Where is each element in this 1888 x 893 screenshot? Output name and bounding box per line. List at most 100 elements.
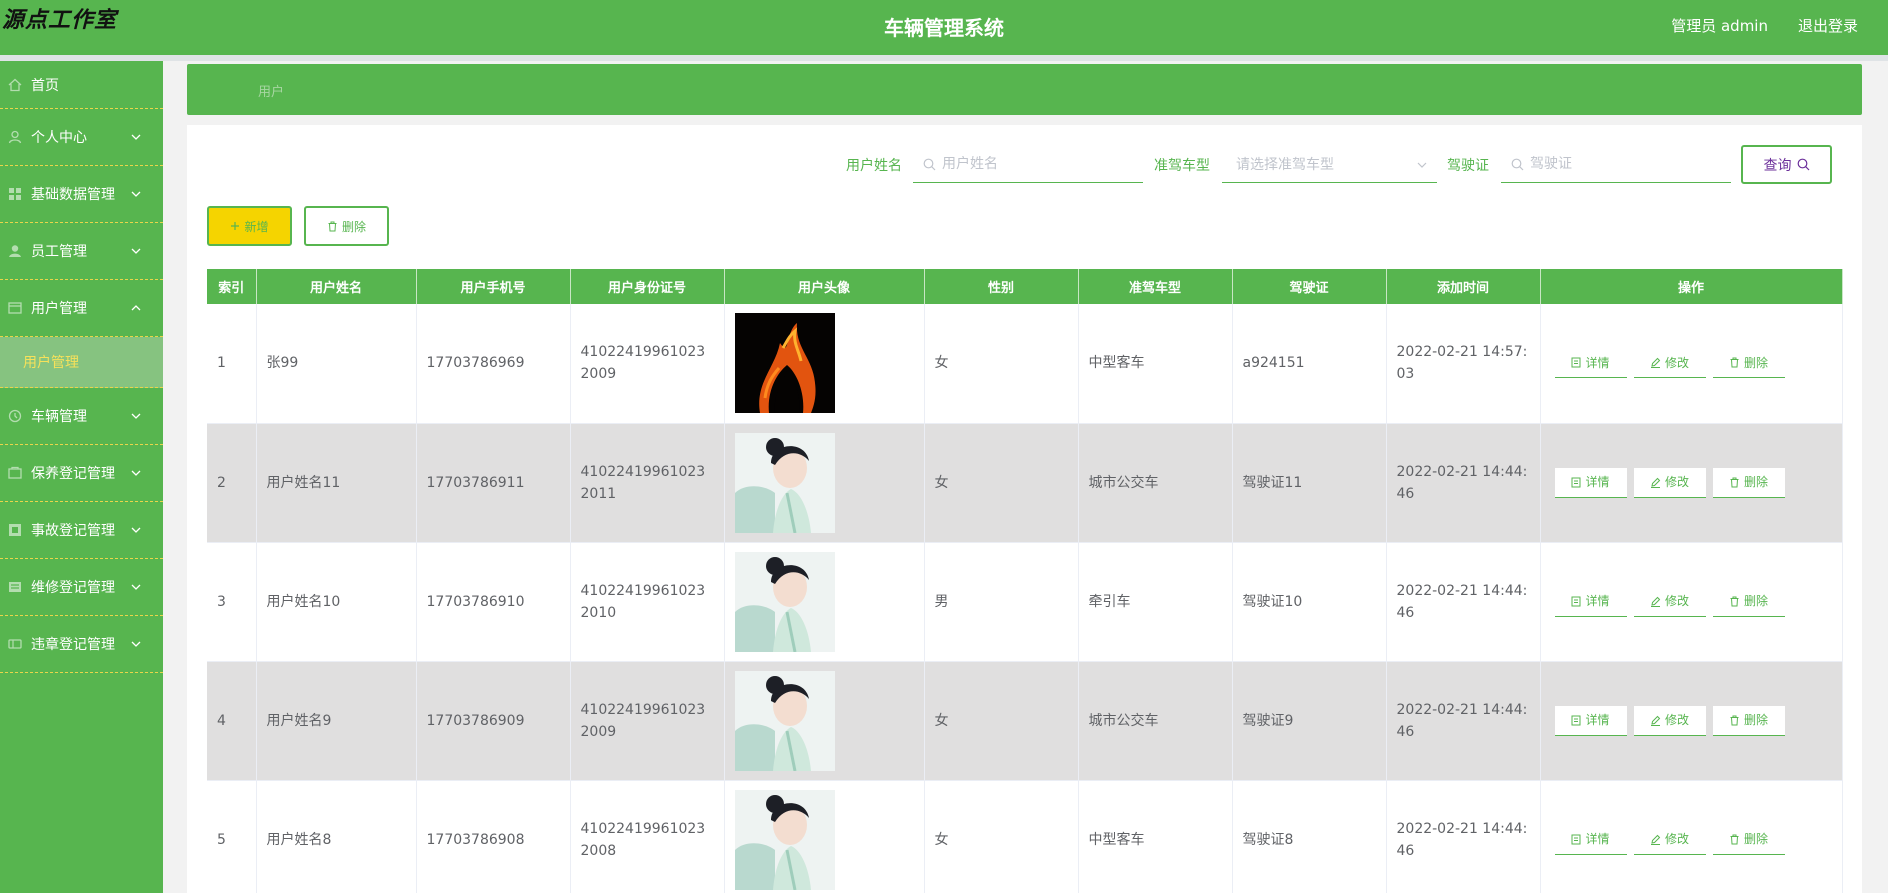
sidebar-item-staff[interactable]: 员工管理 [0, 223, 163, 280]
cell-added-time: 2022-02-21 14:57:03 [1386, 304, 1541, 424]
license-search-input[interactable] [1530, 156, 1710, 172]
sidebar-item-label: 首页 [31, 77, 59, 94]
delete-label: 删除 [1743, 355, 1768, 370]
sidebar-item-label: 车辆管理 [31, 409, 87, 425]
logout-link[interactable]: 退出登录 [1798, 15, 1858, 36]
sidebar-item-home[interactable]: 首页 [0, 61, 163, 109]
query-button[interactable]: 查询 [1741, 145, 1832, 184]
user-table: 索引 用户姓名 用户手机号 用户身份证号 用户头像 性别 准驾车型 驾驶证 添加… [207, 269, 1843, 893]
add-button[interactable]: 新增 [207, 206, 292, 246]
sidebar-item-violation[interactable]: 违章登记管理 [0, 616, 163, 673]
avatar-portrait-image[interactable] [734, 789, 835, 890]
sidebar-item-label: 用户管理 [31, 301, 87, 317]
sidebar-item-basic-data[interactable]: 基础数据管理 [0, 166, 163, 223]
chevron-down-icon [1417, 162, 1427, 168]
document-icon [1571, 715, 1581, 726]
name-search-input[interactable] [942, 156, 1122, 172]
person-icon [8, 244, 22, 258]
chevron-down-icon [131, 413, 141, 419]
cell-phone: 17703786908 [416, 780, 571, 893]
delete-button[interactable]: 删除 [1712, 587, 1785, 617]
detail-button[interactable]: 详情 [1554, 467, 1627, 498]
sidebar-item-label: 保养登记管理 [31, 466, 115, 482]
sidebar-subitem-user-management[interactable]: 用户管理 [0, 337, 163, 388]
cell-phone: 17703786910 [416, 542, 571, 662]
edit-label: 修改 [1664, 594, 1689, 608]
avatar-fire-image[interactable] [734, 313, 835, 414]
search-icon [923, 158, 936, 170]
document-icon [1571, 834, 1581, 845]
avatar-portrait-image[interactable] [734, 551, 835, 652]
detail-label: 详情 [1585, 594, 1610, 608]
edit-button[interactable]: 修改 [1633, 587, 1706, 617]
cell-added-time: 2022-02-21 14:44:46 [1386, 542, 1541, 662]
cell-operations: 详情 修改 删除 [1540, 542, 1843, 662]
delete-button[interactable]: 删除 [1712, 705, 1785, 736]
sidebar-item-vehicle[interactable]: 车辆管理 [0, 388, 163, 445]
edit-button[interactable]: 修改 [1633, 467, 1706, 498]
table-row: 5 用户姓名8 17703786908 410224199610232008 女… [207, 780, 1843, 893]
header-divider [0, 55, 1888, 61]
cell-index: 2 [207, 423, 257, 543]
search-icon [1511, 158, 1524, 170]
cell-name: 用户姓名11 [256, 423, 417, 543]
sidebar-item-label: 员工管理 [31, 244, 87, 260]
cell-gender: 男 [924, 542, 1079, 662]
system-title: 车辆管理系统 [884, 16, 1004, 40]
avatar-portrait-image[interactable] [734, 670, 835, 771]
sidebar-item-maintenance[interactable]: 保养登记管理 [0, 445, 163, 502]
col-header-operations: 操作 [1540, 269, 1843, 304]
license-search-field[interactable] [1501, 146, 1731, 183]
cell-gender: 女 [924, 304, 1079, 424]
cell-idcard: 410224199610232010 [570, 542, 725, 662]
detail-button[interactable]: 详情 [1554, 705, 1627, 736]
trash-icon [1729, 596, 1740, 607]
sidebar: 首页 个人中心 基础数据管理 员工管理 用户管理 用户管理 车辆管理 保养登记管… [0, 61, 163, 893]
car-icon [8, 409, 22, 423]
detail-button[interactable]: 详情 [1554, 825, 1627, 855]
cell-avatar [724, 661, 925, 781]
cell-vehicle-type: 中型客车 [1078, 780, 1233, 893]
edit-button[interactable]: 修改 [1633, 825, 1706, 855]
cell-idcard: 410224199610232009 [570, 304, 725, 424]
edit-icon [1650, 715, 1661, 726]
sidebar-item-personal-center[interactable]: 个人中心 [0, 109, 163, 166]
detail-button[interactable]: 详情 [1554, 348, 1627, 379]
breadcrumb: 用户 [187, 64, 1862, 115]
delete-label: 删除 [1743, 594, 1768, 608]
sidebar-item-label: 维修登记管理 [31, 580, 115, 596]
trash-icon [1729, 834, 1740, 845]
table-row: 4 用户姓名9 17703786909 410224199610232009 女… [207, 661, 1843, 781]
detail-button[interactable]: 详情 [1554, 587, 1627, 617]
edit-label: 修改 [1664, 832, 1689, 846]
users-icon [8, 301, 22, 315]
name-search-field[interactable] [913, 146, 1143, 183]
edit-button[interactable]: 修改 [1633, 705, 1706, 736]
edit-label: 修改 [1664, 355, 1689, 370]
avatar-portrait-image[interactable] [734, 432, 835, 533]
edit-icon [1650, 357, 1661, 369]
cell-index: 1 [207, 304, 257, 424]
vehicle-type-select[interactable]: 请选择准驾车型 [1222, 146, 1437, 183]
table-row: 2 用户姓名11 17703786911 410224199610232011 … [207, 423, 1843, 543]
breadcrumb-item[interactable]: 用户 [258, 81, 284, 100]
batch-delete-button[interactable]: 删除 [304, 206, 389, 246]
delete-button[interactable]: 删除 [1712, 348, 1785, 379]
trash-icon [1729, 357, 1740, 368]
cell-vehicle-type: 城市公交车 [1078, 423, 1233, 543]
sidebar-item-user-management[interactable]: 用户管理 [0, 280, 163, 337]
col-header-idcard: 用户身份证号 [570, 269, 725, 304]
sidebar-item-accident[interactable]: 事故登记管理 [0, 502, 163, 559]
sidebar-item-repair[interactable]: 维修登记管理 [0, 559, 163, 616]
edit-button[interactable]: 修改 [1633, 348, 1706, 379]
vehicle-type-placeholder: 请选择准驾车型 [1236, 157, 1334, 173]
cell-added-time: 2022-02-21 14:44:46 [1386, 780, 1541, 893]
cell-avatar [724, 423, 925, 543]
grid-icon [8, 187, 22, 201]
cell-idcard: 410224199610232008 [570, 780, 725, 893]
delete-label: 删除 [1743, 475, 1768, 489]
delete-button[interactable]: 删除 [1712, 467, 1785, 498]
cell-name: 用户姓名9 [256, 661, 417, 781]
delete-button[interactable]: 删除 [1712, 825, 1785, 855]
cell-phone: 17703786911 [416, 423, 571, 543]
